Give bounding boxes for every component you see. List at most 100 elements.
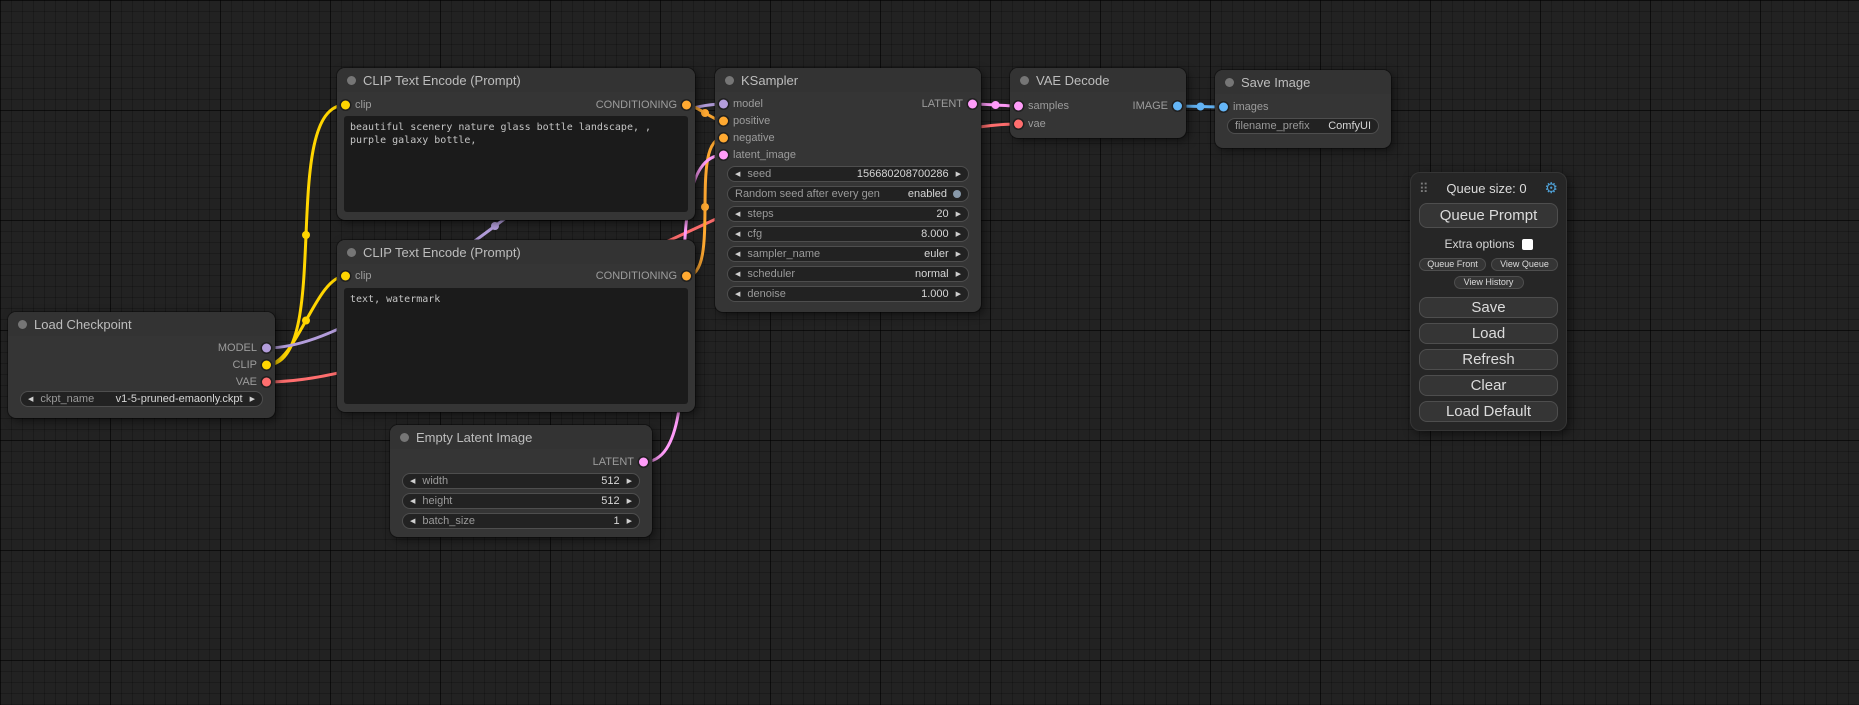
widget-denoise[interactable]: ◀ denoise 1.000 ▶ xyxy=(727,286,969,302)
node-title-bar[interactable]: Save Image xyxy=(1215,70,1391,94)
output-slot-conditioning[interactable]: CONDITIONING xyxy=(337,268,695,284)
input-port-latent-image[interactable] xyxy=(719,151,728,160)
graph-canvas[interactable]: Load Checkpoint MODEL CLIP VAE ◀ ckpt_na… xyxy=(0,0,1859,705)
output-slot-vae[interactable]: VAE xyxy=(8,374,275,390)
decrement-arrow-icon[interactable]: ◀ xyxy=(735,171,740,178)
increment-arrow-icon[interactable]: ▶ xyxy=(627,518,632,525)
node-status-dot-icon[interactable] xyxy=(18,320,27,329)
increment-arrow-icon[interactable]: ▶ xyxy=(627,478,632,485)
increment-arrow-icon[interactable]: ▶ xyxy=(627,498,632,505)
widget-ckpt-name[interactable]: ◀ ckpt_name v1-5-pruned-emaonly.ckpt ▶ xyxy=(20,391,263,407)
node-clip-text-encode-negative[interactable]: CLIP Text Encode (Prompt) clip CONDITION… xyxy=(337,240,695,412)
node-status-dot-icon[interactable] xyxy=(400,433,409,442)
output-port-latent[interactable] xyxy=(968,100,977,109)
widget-filename-prefix[interactable]: filename_prefix ComfyUI xyxy=(1227,118,1379,134)
widget-height[interactable]: ◀ height 512 ▶ xyxy=(402,493,640,509)
input-slot-vae[interactable]: vae xyxy=(1010,116,1186,132)
view-history-button[interactable]: View History xyxy=(1454,276,1524,289)
save-button[interactable]: Save xyxy=(1419,297,1558,318)
settings-gear-icon[interactable]: ⚙ xyxy=(1545,181,1558,196)
input-port-positive[interactable] xyxy=(719,117,728,126)
node-load-checkpoint[interactable]: Load Checkpoint MODEL CLIP VAE ◀ ckpt_na… xyxy=(8,312,275,418)
decrement-arrow-icon[interactable]: ◀ xyxy=(735,291,740,298)
node-title-bar[interactable]: VAE Decode xyxy=(1010,68,1186,92)
output-slot-model[interactable]: MODEL xyxy=(8,340,275,356)
decrement-arrow-icon[interactable]: ◀ xyxy=(735,231,740,238)
output-slot-conditioning[interactable]: CONDITIONING xyxy=(337,97,695,113)
widget-seed[interactable]: ◀ seed 156680208700286 ▶ xyxy=(727,166,969,182)
output-port-latent[interactable] xyxy=(639,458,648,467)
prev-value-arrow-icon[interactable]: ◀ xyxy=(735,251,740,258)
decrement-arrow-icon[interactable]: ◀ xyxy=(410,478,415,485)
input-slot-negative[interactable]: negative xyxy=(715,130,981,146)
next-value-arrow-icon[interactable]: ▶ xyxy=(956,271,961,278)
output-port-clip[interactable] xyxy=(262,361,271,370)
increment-arrow-icon[interactable]: ▶ xyxy=(956,211,961,218)
widget-cfg[interactable]: ◀ cfg 8.000 ▶ xyxy=(727,226,969,242)
output-slot-image[interactable]: IMAGE xyxy=(1010,98,1186,114)
node-status-dot-icon[interactable] xyxy=(725,76,734,85)
output-port-conditioning[interactable] xyxy=(682,101,691,110)
clear-button[interactable]: Clear xyxy=(1419,375,1558,396)
node-title-bar[interactable]: CLIP Text Encode (Prompt) xyxy=(337,240,695,264)
load-default-button[interactable]: Load Default xyxy=(1419,401,1558,422)
widget-scheduler[interactable]: ◀ scheduler normal ▶ xyxy=(727,266,969,282)
input-port-negative[interactable] xyxy=(719,134,728,143)
node-title-bar[interactable]: KSampler xyxy=(715,68,981,92)
increment-arrow-icon[interactable]: ▶ xyxy=(956,231,961,238)
output-slot-clip[interactable]: CLIP xyxy=(8,357,275,373)
node-title-bar[interactable]: Load Checkpoint xyxy=(8,312,275,336)
node-vae-decode[interactable]: VAE Decode samples IMAGE vae xyxy=(1010,68,1186,138)
node-title: CLIP Text Encode (Prompt) xyxy=(363,245,521,260)
queue-prompt-button[interactable]: Queue Prompt xyxy=(1419,203,1558,228)
extra-options-checkbox[interactable] xyxy=(1522,239,1533,250)
node-status-dot-icon[interactable] xyxy=(347,248,356,257)
widget-width[interactable]: ◀ width 512 ▶ xyxy=(402,473,640,489)
widget-label: ckpt_name xyxy=(40,393,94,405)
node-title-bar[interactable]: Empty Latent Image xyxy=(390,425,652,449)
next-value-arrow-icon[interactable]: ▶ xyxy=(956,251,961,258)
input-slot-images[interactable]: images xyxy=(1215,99,1391,115)
input-port-vae[interactable] xyxy=(1014,120,1023,129)
input-slot-positive[interactable]: positive xyxy=(715,113,981,129)
node-status-dot-icon[interactable] xyxy=(1225,78,1234,87)
decrement-arrow-icon[interactable]: ◀ xyxy=(410,518,415,525)
input-slot-latent-image[interactable]: latent_image xyxy=(715,147,981,163)
drag-handle-icon[interactable]: ⠿ xyxy=(1419,182,1429,195)
toggle-on-indicator-icon[interactable] xyxy=(953,190,961,198)
node-save-image[interactable]: Save Image images filename_prefix ComfyU… xyxy=(1215,70,1391,148)
increment-arrow-icon[interactable]: ▶ xyxy=(956,291,961,298)
widget-random-seed-toggle[interactable]: Random seed after every gen enabled xyxy=(727,186,969,202)
positive-prompt-textarea[interactable]: beautiful scenery nature glass bottle la… xyxy=(344,116,688,212)
widget-batch-size[interactable]: ◀ batch_size 1 ▶ xyxy=(402,513,640,529)
widget-steps[interactable]: ◀ steps 20 ▶ xyxy=(727,206,969,222)
node-title-bar[interactable]: CLIP Text Encode (Prompt) xyxy=(337,68,695,92)
queue-front-button[interactable]: Queue Front xyxy=(1419,258,1486,271)
slot-label-latent: LATENT xyxy=(922,98,963,110)
node-empty-latent-image[interactable]: Empty Latent Image LATENT ◀ width 512 ▶ … xyxy=(390,425,652,537)
output-slot-latent[interactable]: LATENT xyxy=(715,96,981,112)
node-status-dot-icon[interactable] xyxy=(347,76,356,85)
output-port-image[interactable] xyxy=(1173,102,1182,111)
node-clip-text-encode-positive[interactable]: CLIP Text Encode (Prompt) clip CONDITION… xyxy=(337,68,695,220)
output-slot-latent[interactable]: LATENT xyxy=(390,454,652,470)
widget-value: v1-5-pruned-emaonly.ckpt xyxy=(116,393,243,405)
wire-clip-to-negative-prompt xyxy=(267,276,346,365)
decrement-arrow-icon[interactable]: ◀ xyxy=(735,211,740,218)
node-ksampler[interactable]: KSampler model LATENT positive negative … xyxy=(715,68,981,312)
node-status-dot-icon[interactable] xyxy=(1020,76,1029,85)
widget-sampler-name[interactable]: ◀ sampler_name euler ▶ xyxy=(727,246,969,262)
next-value-arrow-icon[interactable]: ▶ xyxy=(250,396,255,403)
increment-arrow-icon[interactable]: ▶ xyxy=(956,171,961,178)
view-queue-button[interactable]: View Queue xyxy=(1491,258,1558,271)
decrement-arrow-icon[interactable]: ◀ xyxy=(410,498,415,505)
negative-prompt-textarea[interactable]: text, watermark xyxy=(344,288,688,404)
input-port-images[interactable] xyxy=(1219,103,1228,112)
prev-value-arrow-icon[interactable]: ◀ xyxy=(28,396,33,403)
output-port-vae[interactable] xyxy=(262,378,271,387)
output-port-model[interactable] xyxy=(262,344,271,353)
load-button[interactable]: Load xyxy=(1419,323,1558,344)
output-port-conditioning[interactable] xyxy=(682,272,691,281)
refresh-button[interactable]: Refresh xyxy=(1419,349,1558,370)
prev-value-arrow-icon[interactable]: ◀ xyxy=(735,271,740,278)
